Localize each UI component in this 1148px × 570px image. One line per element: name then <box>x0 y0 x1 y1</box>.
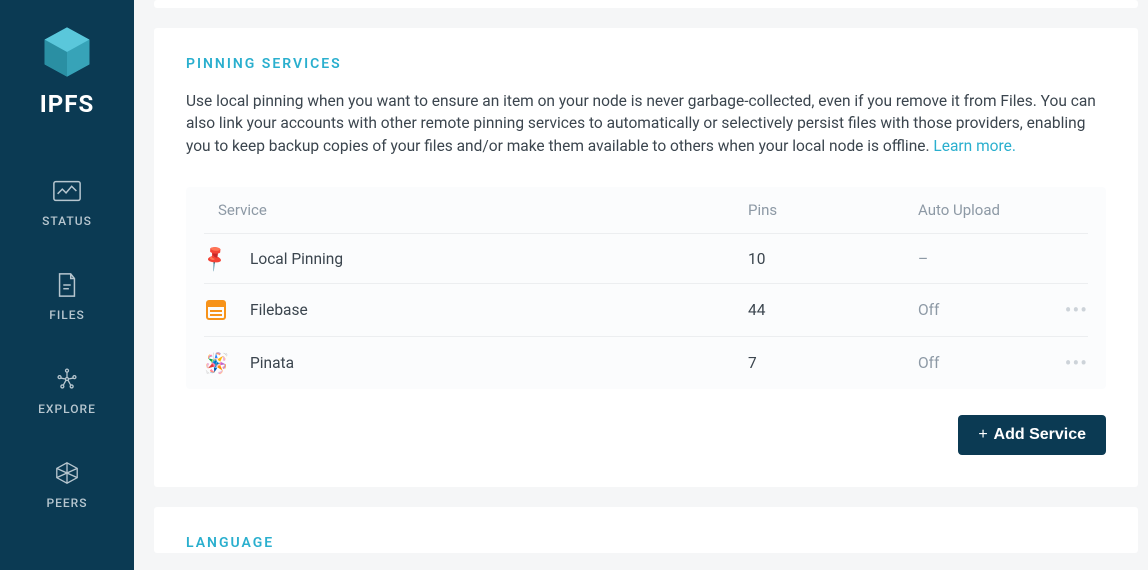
add-service-label: Add Service <box>994 426 1086 443</box>
pinata-icon: 🪅 <box>204 351 250 375</box>
status-icon <box>52 178 82 204</box>
plus-icon: + <box>978 426 987 443</box>
row-menu-button[interactable]: ••• <box>1065 353 1088 373</box>
add-service-button[interactable]: + Add Service <box>958 415 1106 455</box>
table-row: 🪅 Pinata 7 Off ••• <box>204 337 1088 389</box>
nav-files-label: FILES <box>49 308 85 322</box>
ipfs-cube-icon <box>39 24 95 80</box>
files-icon <box>52 272 82 298</box>
auto-upload-value: Off <box>918 301 1048 319</box>
table-header: Service Pins Auto Upload <box>204 187 1088 234</box>
nav-files[interactable]: FILES <box>0 250 134 344</box>
nav-status[interactable]: STATUS <box>0 156 134 250</box>
pins-count: 10 <box>748 250 918 268</box>
explore-icon <box>52 366 82 392</box>
button-row: + Add Service <box>186 415 1106 455</box>
pinning-services-card: PINNING SERVICES Use local pinning when … <box>154 28 1138 487</box>
col-auto-header: Auto Upload <box>918 201 1048 219</box>
learn-more-link[interactable]: Learn more. <box>933 137 1016 155</box>
language-card: LANGUAGE <box>154 507 1138 553</box>
section-description: Use local pinning when you want to ensur… <box>186 90 1106 157</box>
service-name: Filebase <box>250 301 748 319</box>
auto-upload-value: – <box>918 250 1048 268</box>
table-row: Filebase 44 Off ••• <box>204 284 1088 337</box>
pins-count: 7 <box>748 354 918 372</box>
service-name: Pinata <box>250 354 748 372</box>
section-title: LANGUAGE <box>186 535 1106 551</box>
filebase-icon <box>204 298 250 322</box>
nav-explore-label: EXPLORE <box>38 402 96 416</box>
table-row: 📌 Local Pinning 10 – <box>204 234 1088 284</box>
col-pins-header: Pins <box>748 201 918 219</box>
sidebar: IPFS STATUS FILES <box>0 0 134 570</box>
logo-text: IPFS <box>40 90 94 118</box>
prev-card-edge <box>154 0 1138 8</box>
auto-upload-value: Off <box>918 354 1048 372</box>
nav-peers[interactable]: PEERS <box>0 438 134 532</box>
nav-status-label: STATUS <box>42 214 92 228</box>
nav: STATUS FILES <box>0 156 134 532</box>
row-menu-button[interactable]: ••• <box>1065 300 1088 320</box>
nav-explore[interactable]: EXPLORE <box>0 344 134 438</box>
main-content: PINNING SERVICES Use local pinning when … <box>134 0 1148 570</box>
pinning-services-table: Service Pins Auto Upload 📌 Local Pinning… <box>186 187 1106 389</box>
pin-icon: 📌 <box>200 244 231 274</box>
nav-peers-label: PEERS <box>46 496 87 510</box>
pins-count: 44 <box>748 301 918 319</box>
service-name: Local Pinning <box>250 250 748 268</box>
col-service-header: Service <box>218 201 748 219</box>
peers-icon <box>52 460 82 486</box>
logo[interactable]: IPFS <box>39 24 95 118</box>
section-title: PINNING SERVICES <box>186 56 1106 72</box>
